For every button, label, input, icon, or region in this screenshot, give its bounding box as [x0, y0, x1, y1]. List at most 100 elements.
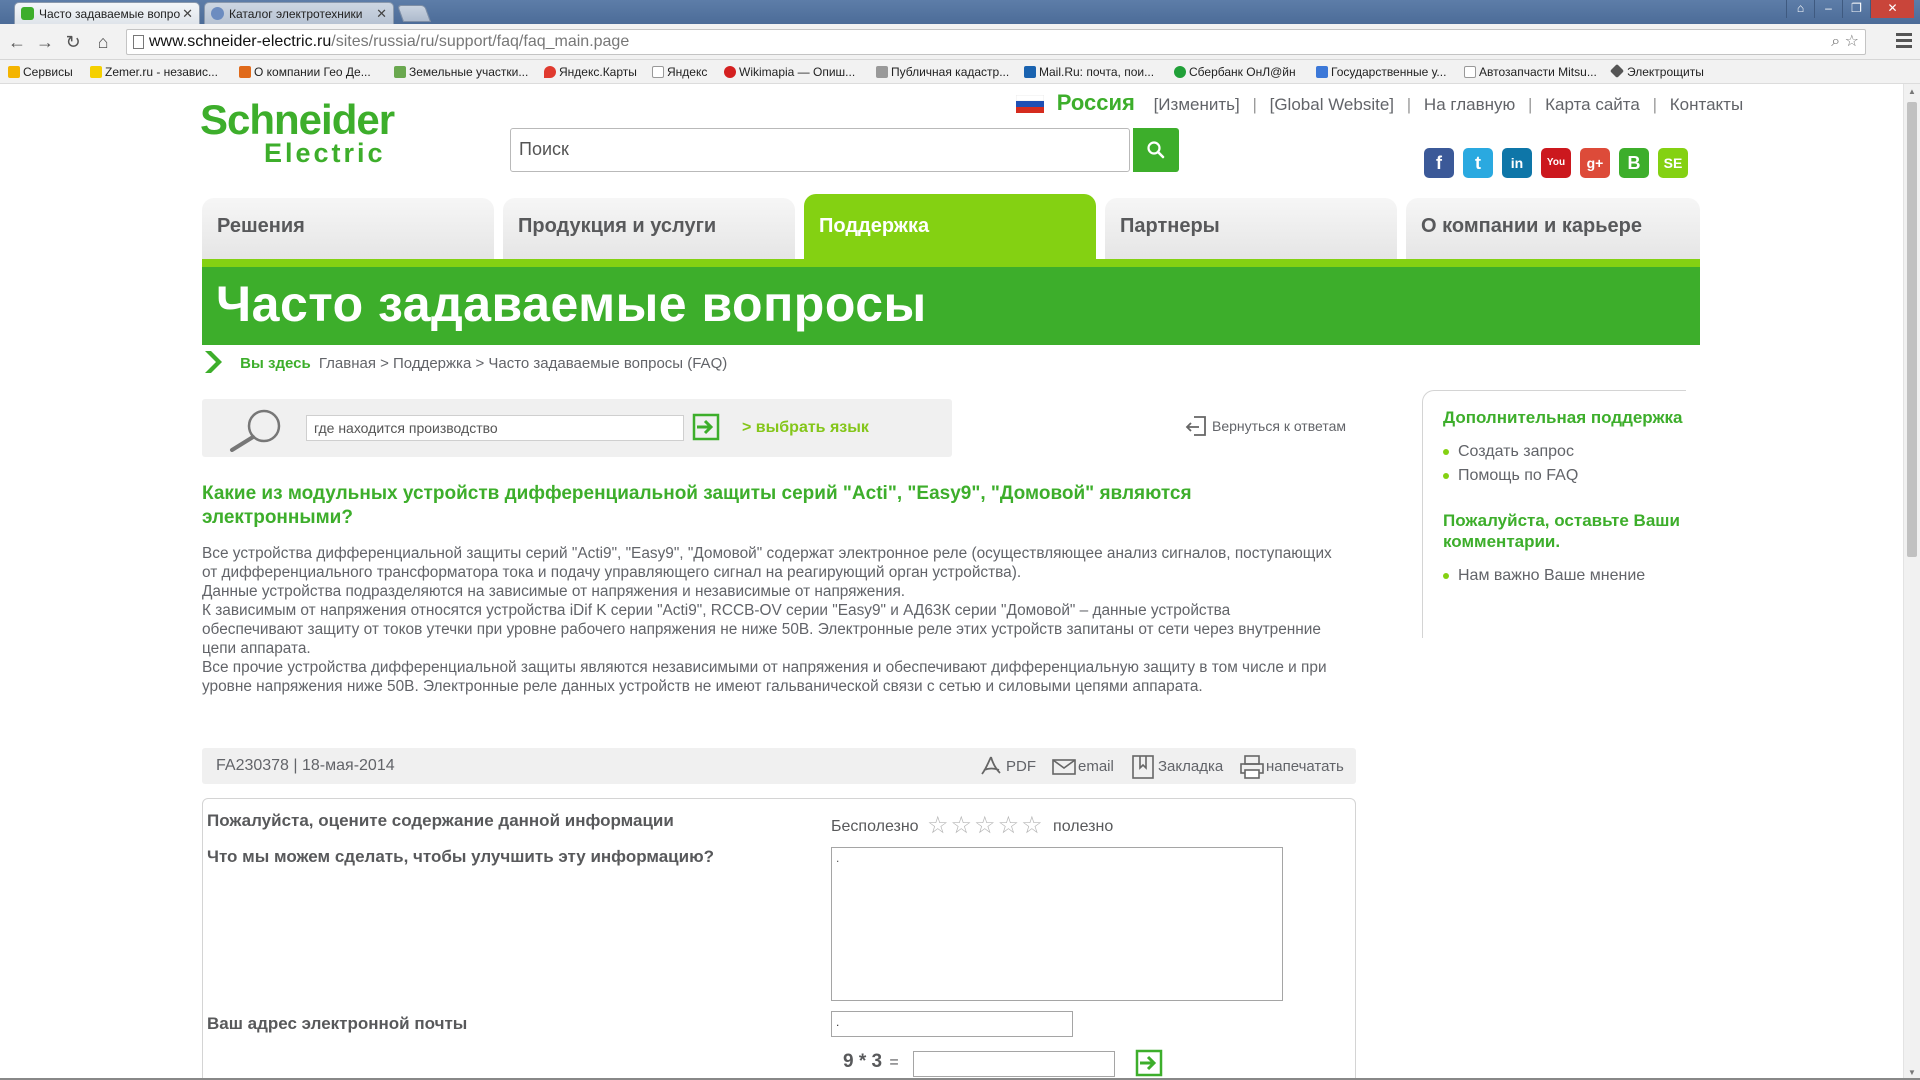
comments-title: Пожалуйста, оставьте Ваши комментарии. — [1443, 511, 1680, 551]
page-icon — [133, 35, 144, 49]
browser-tab-active[interactable]: Часто задаваемые вопро ✕ — [14, 2, 200, 24]
scrollbar-thumb[interactable] — [1907, 102, 1917, 557]
close-window-button[interactable]: ✕ — [1870, 0, 1914, 18]
nav-tab-partners[interactable]: Партнеры — [1105, 198, 1397, 260]
bookmark-item[interactable]: Zemer.ru - независ... — [90, 65, 218, 79]
url-field[interactable]: www.schneider-electric.ru/sites/russia/r… — [126, 29, 1866, 55]
faq-date: | 18-мая-2014 — [293, 757, 395, 774]
bookmark-item[interactable]: Публичная кадастр... — [876, 65, 1009, 79]
schneider-electric-logo[interactable]: Schneider Electric — [200, 99, 420, 169]
faq-search-input[interactable]: где находится производство — [306, 415, 684, 441]
print-button[interactable]: напечатать — [1240, 755, 1344, 779]
linkedin-icon[interactable]: in — [1502, 148, 1532, 178]
breadcrumb-path[interactable]: Главная > Поддержка > Часто задаваемые в… — [319, 355, 727, 372]
faq-help-link[interactable]: Помощь по FAQ — [1443, 464, 1686, 488]
bookmark-item[interactable]: Земельные участки... — [394, 65, 528, 79]
rating-star-icon[interactable]: ☆ — [998, 811, 1020, 840]
rating-star-icon[interactable]: ☆ — [927, 811, 949, 840]
forward-arrow-icon[interactable]: → — [34, 31, 56, 53]
scroll-down-arrow-icon[interactable]: ▼ — [1908, 1068, 1916, 1077]
bookmark-item[interactable]: Mail.Ru: почта, пои... — [1024, 65, 1154, 79]
back-to-answers-label: Вернуться к ответам — [1212, 418, 1346, 434]
mailru-icon — [1024, 66, 1036, 78]
faq-answer: Все устройства дифференциальной защиты с… — [202, 544, 1332, 696]
nav-tab-support[interactable]: Поддержка — [804, 194, 1096, 260]
nav-tab-products[interactable]: Продукция и услуги — [503, 198, 795, 260]
submit-arrow-icon[interactable] — [1135, 1049, 1165, 1079]
user-icon[interactable]: ⌂ — [1786, 0, 1814, 18]
back-arrow-icon[interactable]: ← — [6, 31, 28, 53]
browser-menu-icon[interactable] — [1896, 33, 1912, 49]
rating-widget: Бесполезно ☆☆☆☆☆ полезно — [831, 811, 1113, 840]
bookmark-item[interactable]: Яндекс — [652, 65, 707, 79]
maximize-button[interactable]: ❐ — [1842, 0, 1870, 18]
close-tab-icon[interactable]: ✕ — [376, 6, 387, 22]
your-opinion-link[interactable]: Нам важно Ваше мнение — [1443, 564, 1686, 588]
site-search-input[interactable]: Поиск — [510, 128, 1130, 172]
rating-star-icon[interactable]: ☆ — [1021, 811, 1043, 840]
tab-title: Каталог электротехники — [229, 7, 363, 21]
chevron-right-icon — [205, 351, 222, 373]
create-request-link[interactable]: Создать запрос — [1443, 440, 1686, 464]
home-link[interactable]: На главную — [1424, 95, 1515, 114]
setv-icon[interactable]: SE — [1658, 148, 1688, 178]
additional-support-title: Дополнительная поддержка — [1443, 408, 1683, 427]
answer-paragraph: Данные устройства подразделяются на зави… — [202, 583, 906, 600]
breadcrumb: Вы здесь Главная > Поддержка > Часто зад… — [202, 350, 727, 374]
bookmark-item[interactable]: Яндекс.Карты — [544, 65, 637, 79]
bookmark-item[interactable]: Сбербанк ОнЛ@йн — [1174, 65, 1296, 79]
rating-star-icon[interactable]: ☆ — [974, 811, 996, 840]
youtube-icon[interactable]: You — [1541, 148, 1571, 178]
site-search-button[interactable] — [1133, 128, 1179, 172]
tab-title: Часто задаваемые вопро — [39, 7, 181, 21]
bookmark-item[interactable]: Электрощиты — [1609, 63, 1704, 79]
captcha-input[interactable] — [913, 1051, 1115, 1077]
rating-star-icon[interactable]: ☆ — [951, 811, 973, 840]
bookmark-item[interactable]: О компании Гео Де... — [239, 65, 371, 79]
support-links: Создать запрос Помощь по FAQ — [1443, 440, 1686, 488]
close-tab-icon[interactable]: ✕ — [182, 6, 193, 22]
contacts-link[interactable]: Контакты — [1670, 95, 1743, 114]
bookmark-item[interactable]: Автозапчасти Mitsu... — [1464, 65, 1597, 79]
choose-language-link[interactable]: > выбрать язык — [742, 419, 869, 437]
home-icon[interactable]: ⌂ — [92, 31, 114, 53]
envelope-icon — [1052, 759, 1076, 775]
back-to-answers-link[interactable]: Вернуться к ответам — [1184, 416, 1346, 436]
faq-search-panel: где находится производство > выбрать язы… — [202, 399, 952, 457]
pdf-button[interactable]: PDF — [980, 756, 1036, 775]
faq-id: FA230378 — [216, 757, 289, 774]
window-controls: ⌂ – ❐ ✕ — [1786, 0, 1914, 20]
vertical-scrollbar[interactable]: ▲ ▼ — [1903, 84, 1920, 1080]
change-country-link[interactable]: [Изменить] — [1154, 95, 1240, 114]
improve-textarea[interactable]: . — [831, 847, 1283, 1001]
bookmark-star-icon[interactable]: ☆ — [1845, 33, 1859, 50]
nav-tab-solutions[interactable]: Решения — [202, 198, 494, 260]
captcha-equals: = — [889, 1054, 899, 1071]
printer-icon — [1240, 755, 1264, 779]
googleplus-icon[interactable]: g+ — [1580, 148, 1610, 178]
feedback-form: Пожалуйста, оцените содержание данной ин… — [202, 798, 1356, 1080]
bookmark-apps[interactable]: Сервисы — [8, 65, 73, 79]
email-field[interactable]: . — [831, 1011, 1073, 1037]
minimize-button[interactable]: – — [1814, 0, 1842, 18]
vkontakte-icon[interactable]: B — [1619, 148, 1649, 178]
facebook-icon[interactable]: f — [1424, 148, 1454, 178]
sitemap-link[interactable]: Карта сайта — [1545, 95, 1640, 114]
you-are-here-label: Вы здесь — [240, 355, 311, 372]
go-arrow-icon[interactable] — [692, 413, 722, 443]
zoom-icon[interactable]: ⌕ — [1831, 33, 1840, 50]
reload-icon[interactable]: ↻ — [62, 31, 84, 53]
twitter-icon[interactable]: t — [1463, 148, 1493, 178]
bookmark-item[interactable]: Wikimapia — Опиш... — [724, 65, 855, 79]
new-tab-button[interactable] — [396, 5, 432, 22]
global-website-link[interactable]: [Global Website] — [1270, 95, 1394, 114]
bookmark-button[interactable]: Закладка — [1132, 755, 1223, 779]
url-host: www.schneider-electric.ru — [149, 33, 332, 50]
scroll-up-arrow-icon[interactable]: ▲ — [1908, 87, 1916, 96]
bookmark-item[interactable]: Государственные у... — [1316, 65, 1446, 79]
email-button[interactable]: email — [1052, 758, 1114, 775]
browser-tab-inactive[interactable]: Каталог электротехники ✕ — [204, 2, 394, 24]
geo-icon — [239, 66, 251, 78]
switchboard-icon — [1609, 63, 1625, 79]
nav-tab-company[interactable]: О компании и карьере — [1406, 198, 1700, 260]
